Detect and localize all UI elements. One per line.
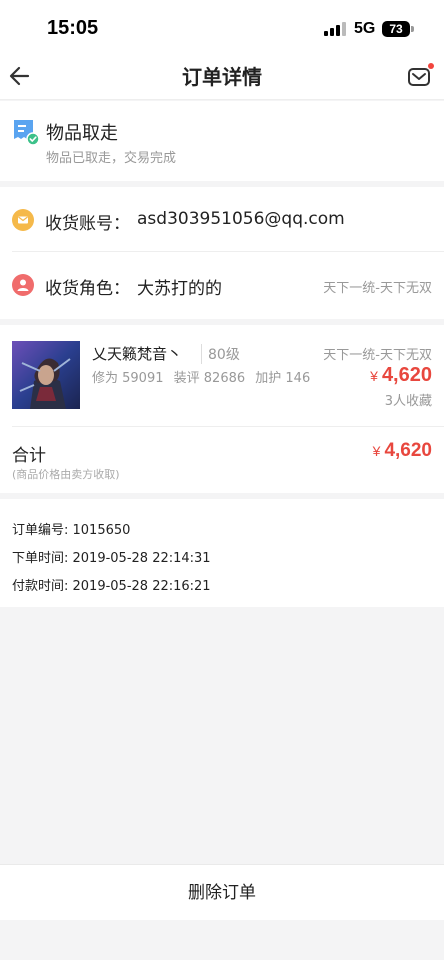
order-status-title: 物品取走 (46, 123, 118, 144)
item-name: 乂天籁梵音丶 (92, 345, 183, 363)
receipt-check-icon (12, 118, 40, 146)
item-price: ¥4,620 (370, 364, 432, 387)
order-paid-time: 付款时间: 2019-05-28 22:16:21 (12, 579, 211, 594)
page-title: 订单详情 (182, 65, 262, 89)
stat-equip-score: 装评 82686 (173, 371, 246, 386)
stat-protection: 加护 146 (255, 371, 311, 386)
network-label: 5G (354, 20, 376, 37)
item-stats: 修为 59091 装评 82686 加护 146 (92, 367, 316, 386)
role-server: 天下一统-天下无双 (323, 281, 432, 296)
order-created-time: 下单时间: 2019-05-28 22:14:31 (12, 551, 211, 566)
item-level: 80级 (201, 344, 240, 364)
item-thumbnail[interactable] (12, 341, 80, 409)
divider (12, 426, 444, 427)
item-favorites: 3人收藏 (384, 394, 432, 409)
unread-dot (428, 63, 434, 69)
order-number: 订单编号: 1015650 (12, 523, 131, 538)
order-info-card: 订单编号: 1015650 下单时间: 2019-05-28 22:14:31 … (0, 499, 444, 607)
role-label: 收货角色： (45, 279, 130, 299)
item-price-value: 4,620 (381, 364, 432, 386)
item-server: 天下一统-天下无双 (323, 348, 432, 363)
order-status-card: 物品取走 物品已取走，交易完成 (0, 101, 444, 181)
item-card: 乂天籁梵音丶 80级 修为 59091 装评 82686 加护 146 天下一统… (0, 325, 444, 493)
receive-info-card: 收货账号： asd303951056@qq.com 收货角色： 大苏打的的 天下… (0, 187, 444, 319)
total-note: (商品价格由卖方收取) (12, 468, 120, 481)
total-label: 合计 (12, 446, 46, 466)
signal-icon (324, 22, 346, 36)
status-bar: 15:05 5G 73 (0, 0, 444, 52)
delete-order-button[interactable]: 删除订单 (0, 864, 444, 920)
stat-cultivation: 修为 59091 (92, 371, 164, 386)
total-price-value: 4,620 (384, 440, 432, 461)
person-icon (12, 274, 34, 296)
divider (12, 251, 444, 252)
total-price: ¥4,620 (373, 440, 432, 462)
status-time: 15:05 (47, 17, 99, 39)
mail-account-icon (12, 209, 34, 231)
account-value: asd303951056@qq.com (137, 209, 345, 229)
battery-icon: 73 (382, 21, 410, 37)
order-status-subtitle: 物品已取走，交易完成 (46, 151, 177, 166)
currency-symbol: ¥ (370, 368, 378, 384)
currency-symbol: ¥ (372, 443, 381, 459)
battery-tip (411, 26, 414, 32)
role-value: 大苏打的的 (137, 279, 222, 299)
nav-bar: 订单详情 (0, 52, 444, 100)
account-label: 收货账号： (45, 214, 130, 234)
